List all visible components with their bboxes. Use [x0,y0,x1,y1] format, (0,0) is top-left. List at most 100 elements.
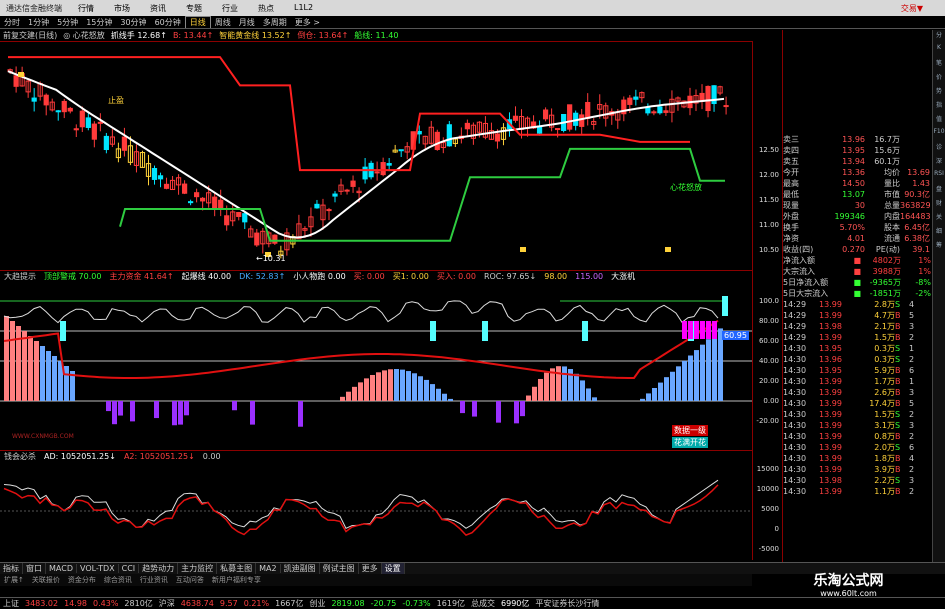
candle-body [103,135,109,151]
period-2[interactable]: 5分钟 [53,17,82,28]
quote-value2: 13.69 [907,168,930,177]
candle-body [224,215,230,226]
period-8[interactable]: 月线 [235,17,259,28]
menu-item-1[interactable]: 市场 [104,3,140,14]
extension-tab-1[interactable]: 关联报价 [28,575,64,585]
extension-tab-5[interactable]: 互动问答 [172,575,208,585]
ad-scale-label: 10000 [756,485,779,493]
period-9[interactable]: 多周期 [259,17,291,28]
sidebar-button-4[interactable]: 势 [933,86,945,100]
indicator-bar [442,393,447,401]
quote-value2: 363829 [900,201,930,210]
indicator-tab-5[interactable]: 趋势动力 [139,563,179,574]
indicator-tab-3[interactable]: VOL-TDX [77,564,119,573]
trend-scale-label: -20.00 [756,417,779,425]
period-10[interactable]: 更多 > [291,17,324,28]
menu-item-4[interactable]: 行业 [212,3,248,14]
callout-2: 花满开花 [672,437,708,448]
menu-item-3[interactable]: 专题 [176,3,212,14]
quote-label2: 股本 [884,223,900,232]
tick-time: 14:29 [783,333,807,342]
menu-item-0[interactable]: 行情 [68,3,104,14]
menu-item-6[interactable]: L1L2 [284,3,323,14]
sidebar-button-0[interactable]: 分 [933,30,945,44]
candle-body [236,211,242,217]
indicator-tab-10[interactable]: 例试主图 [320,563,359,574]
period-0[interactable]: 分时 [0,17,24,28]
period-3[interactable]: 15分钟 [82,17,116,28]
extension-tab-2[interactable]: 资金分布 [64,575,100,585]
quote-row: 最低 13.07 市值 90.3亿 [783,189,932,200]
kline-panel[interactable]: 止盈 ←10.31 心花怒放 [0,41,752,269]
indicator-tab-7[interactable]: 私募主图 [217,563,257,574]
quote-value: 30 [854,201,865,210]
period-4[interactable]: 30分钟 [116,17,150,28]
status-item-1: 3483.02 [25,599,59,608]
flower-label: 心花怒放 [670,183,702,192]
sidebar-button-5[interactable]: 指 [933,100,945,114]
extension-tab-4[interactable]: 行业资讯 [136,575,172,585]
tick-volume: 4.7万 [874,311,895,320]
extension-tab-0[interactable]: 扩展↑ [0,575,28,585]
period-5[interactable]: 60分钟 [151,17,185,28]
sidebar-button-2[interactable]: 笔 [933,58,945,72]
trade-button[interactable]: 交易▼ [901,3,945,14]
extension-tab-3[interactable]: 综合资讯 [100,575,136,585]
trend-indicator-panel[interactable]: 大趋提示 顶部警戒 70.00 主力资金 41.64↑ 起爆线 40.00 DK: 52… [0,270,752,450]
tick-volume: 2.6万 [874,388,895,397]
flow-label: 5日净流入额 [783,278,829,287]
tick-count: 2 [909,333,915,342]
sidebar-button-14[interactable]: 细 [933,226,945,240]
buy-signal-box [694,321,699,339]
sidebar-button-1[interactable]: K [933,44,945,58]
quote-row: 换手 5.70% 股本 6.45亿 [783,222,932,233]
candle-body [218,199,224,210]
quote-row: 收益(四) 0.270 PE(动) 39.1 [783,244,932,255]
sidebar-button-15[interactable]: 筹 [933,240,945,254]
extension-tab-6[interactable]: 新用户福利专享 [208,575,265,585]
candle-body [434,131,440,150]
tick-volume: 17.4万 [869,399,895,408]
indicator-bar [706,339,711,401]
ad-indicator-panel[interactable]: 钱会必杀 AD: 1052051.25↓ A2: 1052051.25↓ 0.00 [0,450,752,560]
tick-count: 3 [909,322,915,331]
menu-item-5[interactable]: 热点 [248,3,284,14]
indicator-bar [430,384,435,401]
indicator-tab-1[interactable]: 窗口 [23,563,46,574]
sidebar-button-7[interactable]: F10 [933,128,945,142]
quote-label2: 总量 [884,201,900,210]
signal-box [722,296,728,316]
sidebar-button-9[interactable]: 深 [933,156,945,170]
sidebar-button-8[interactable]: 诊 [933,142,945,156]
sidebar-button-10[interactable]: RSI [933,170,945,184]
candle-body [579,114,585,127]
indicator-tab-11[interactable]: 更多 [359,563,382,574]
period-1[interactable]: 1分钟 [24,17,53,28]
indicator-tab-4[interactable]: CCI [119,564,140,573]
period-7[interactable]: 周线 [211,17,235,28]
indicator-tab-9[interactable]: 凯迪副图 [281,563,320,574]
status-item-5: 沪深 [158,599,175,608]
flow-pct: -8% [915,278,931,287]
sidebar-button-11[interactable]: 盘 [933,184,945,198]
candle-body [79,110,85,128]
sidebar-button-3[interactable]: 价 [933,72,945,86]
negative-bar [178,401,183,425]
indicator-tab-8[interactable]: MA2 [256,564,281,573]
tick-row: 14:30 13.98 2.2万 S 3 [783,475,932,486]
sidebar-button-6[interactable]: 值 [933,114,945,128]
sidebar-button-13[interactable]: 关 [933,212,945,226]
tick-row: 14:29 13.98 2.1万 B 3 [783,321,932,332]
signal-box [430,321,436,341]
indicator-tab-2[interactable]: MACD [46,564,77,573]
period-6[interactable]: 日线 [184,16,211,28]
money-flow-row: 净流入额 ■ 4802万 1% [783,255,932,266]
menu-item-2[interactable]: 资讯 [140,3,176,14]
indicator-tab-12[interactable]: 设置 [381,563,405,574]
sidebar-button-12[interactable]: 财 [933,198,945,212]
indicator-bar [646,393,651,401]
indicator-tab-0[interactable]: 指标 [0,563,23,574]
indicator-tab-6[interactable]: 主力监控 [178,563,218,574]
indicator-bar [562,366,567,401]
quote-row: 今开 13.36 均价 13.69 [783,167,932,178]
